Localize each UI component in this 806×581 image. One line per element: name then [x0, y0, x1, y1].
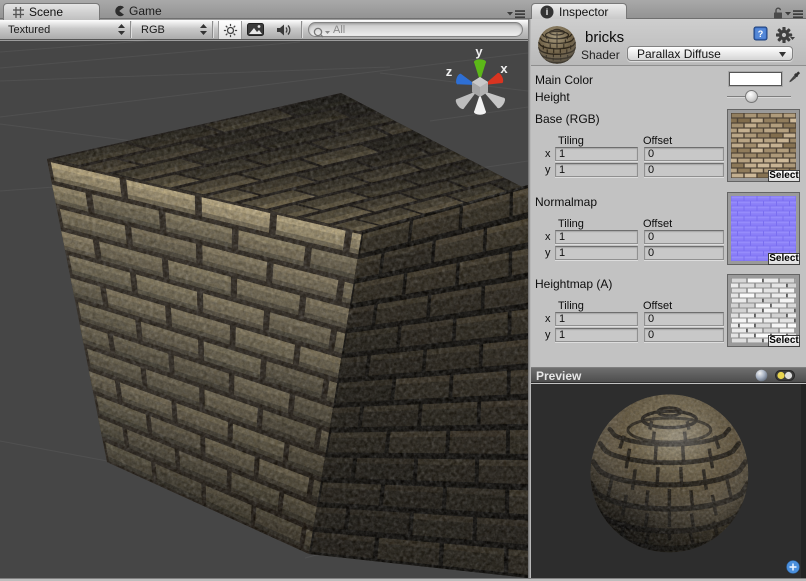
svg-text:i: i [546, 7, 549, 17]
svg-text:?: ? [758, 29, 764, 39]
svg-text:x: x [500, 61, 508, 76]
svg-text:y: y [475, 44, 483, 59]
svg-text:z: z [446, 64, 453, 79]
